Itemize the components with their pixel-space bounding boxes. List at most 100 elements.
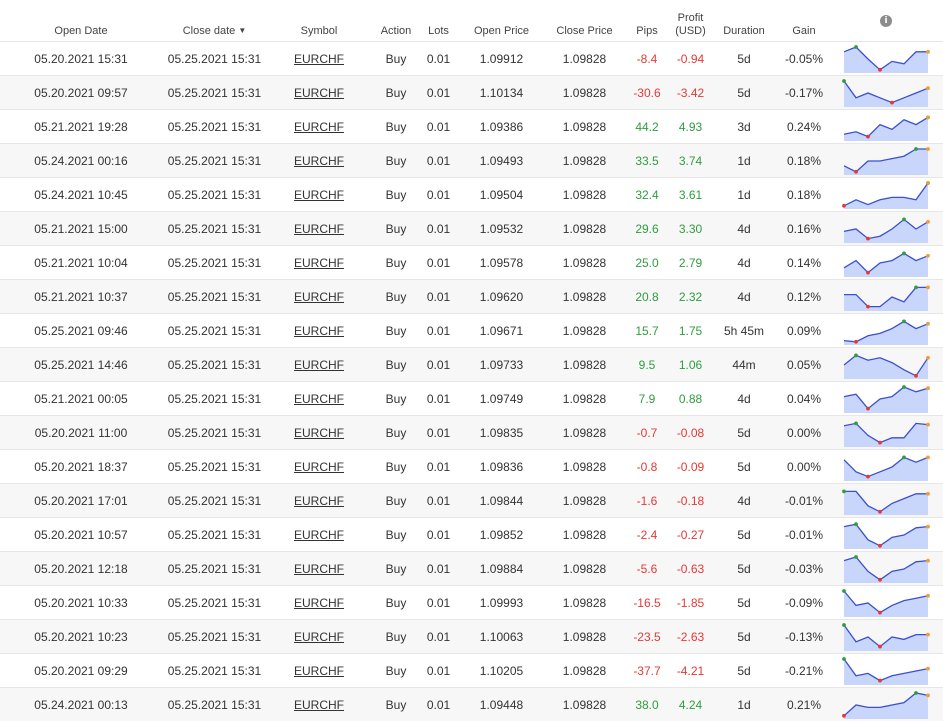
gain-cell: -0.03% xyxy=(779,551,829,586)
sparkline-last-dot xyxy=(926,355,930,360)
profit-sparkline[interactable] xyxy=(842,283,930,311)
profit-sparkline[interactable] xyxy=(842,351,930,379)
profit-sparkline[interactable] xyxy=(842,44,930,73)
gain-cell: 0.05% xyxy=(779,347,829,382)
table-row[interactable]: 05.20.2021 09:57 05.25.2021 15:31 EURCHF Bu… xyxy=(0,75,943,110)
pips-cell: 29.6 xyxy=(622,211,672,246)
col-action[interactable]: Action xyxy=(371,0,421,42)
sparkline-max-dot xyxy=(902,217,906,221)
symbol-link[interactable]: EURCHF xyxy=(294,358,344,372)
table-row[interactable]: 05.20.2021 15:31 05.25.2021 15:31 EURCHF Bu… xyxy=(0,41,943,76)
col-open-date[interactable]: Open Date xyxy=(0,0,162,42)
profit-sparkline[interactable] xyxy=(842,146,930,175)
table-row[interactable]: 05.20.2021 11:00 05.25.2021 15:31 EURCHF Bu… xyxy=(0,415,943,450)
table-row[interactable]: 05.24.2021 00:13 05.25.2021 15:31 EURCHF Bu… xyxy=(0,687,943,721)
info-icon[interactable]: i xyxy=(880,15,892,27)
col-pips[interactable]: Pips xyxy=(622,0,672,42)
col-close-date[interactable]: Close date ▼ xyxy=(162,0,267,42)
col-duration[interactable]: Duration xyxy=(709,0,779,42)
col-profit[interactable]: Profit (USD) xyxy=(672,0,709,42)
sparkline-cell xyxy=(829,483,943,518)
sparkline-min-dot xyxy=(878,610,882,614)
table-row[interactable]: 05.20.2021 17:01 05.25.2021 15:31 EURCHF Bu… xyxy=(0,483,943,518)
close-date-cell: 05.25.2021 15:31 xyxy=(162,347,267,382)
profit-sparkline[interactable] xyxy=(842,317,930,345)
table-row[interactable]: 05.20.2021 10:23 05.25.2021 15:31 EURCHF Bu… xyxy=(0,619,943,654)
duration-cell: 3d xyxy=(709,109,779,144)
profit-sparkline[interactable] xyxy=(842,487,930,515)
sparkline-cell xyxy=(829,551,943,586)
col-open-price[interactable]: Open Price xyxy=(456,0,547,42)
profit-sparkline[interactable] xyxy=(842,113,930,141)
table-row[interactable]: 05.25.2021 09:46 05.25.2021 15:31 EURCHF Bu… xyxy=(0,313,943,348)
profit-sparkline[interactable] xyxy=(842,453,930,481)
open-price-cell: 1.09993 xyxy=(456,585,547,620)
symbol-link[interactable]: EURCHF xyxy=(294,222,344,236)
col-gain[interactable]: Gain xyxy=(779,0,829,42)
table-row[interactable]: 05.24.2021 00:16 05.25.2021 15:31 EURCHF Bu… xyxy=(0,143,943,178)
symbol-link[interactable]: EURCHF xyxy=(294,86,344,100)
profit-sparkline[interactable] xyxy=(842,588,930,617)
symbol-link[interactable]: EURCHF xyxy=(294,664,344,678)
table-row[interactable]: 05.24.2021 10:45 05.25.2021 15:31 EURCHF Bu… xyxy=(0,177,943,212)
profit-sparkline[interactable] xyxy=(842,622,930,651)
table-row[interactable]: 05.20.2021 10:57 05.25.2021 15:31 EURCHF Bu… xyxy=(0,517,943,552)
symbol-link[interactable]: EURCHF xyxy=(294,392,344,406)
symbol-cell: EURCHF xyxy=(267,279,371,314)
symbol-link[interactable]: EURCHF xyxy=(294,188,344,202)
symbol-link[interactable]: EURCHF xyxy=(294,120,344,134)
profit-sparkline[interactable] xyxy=(842,690,930,719)
open-price-cell: 1.09671 xyxy=(456,313,547,348)
symbol-link[interactable]: EURCHF xyxy=(294,630,344,644)
table-row[interactable]: 05.20.2021 12:18 05.25.2021 15:31 EURCHF Bu… xyxy=(0,551,943,586)
profit-sparkline[interactable] xyxy=(842,249,930,277)
pips-cell: -37.7 xyxy=(622,653,672,688)
pips-cell: -1.6 xyxy=(622,483,672,518)
sparkline-cell xyxy=(829,109,943,144)
profit-cell: 3.30 xyxy=(672,211,709,246)
action-cell: Buy xyxy=(371,381,421,416)
table-row[interactable]: 05.21.2021 15:00 05.25.2021 15:31 EURCHF Bu… xyxy=(0,211,943,246)
symbol-link[interactable]: EURCHF xyxy=(294,426,344,440)
profit-sparkline[interactable] xyxy=(842,656,930,685)
sparkline-last-dot xyxy=(926,693,930,697)
close-date-cell: 05.25.2021 15:31 xyxy=(162,75,267,110)
profit-sparkline[interactable] xyxy=(842,554,930,583)
table-row[interactable]: 05.25.2021 14:46 05.25.2021 15:31 EURCHF Bu… xyxy=(0,347,943,382)
symbol-link[interactable]: EURCHF xyxy=(294,494,344,508)
symbol-link[interactable]: EURCHF xyxy=(294,562,344,576)
profit-sparkline[interactable] xyxy=(842,419,930,447)
symbol-link[interactable]: EURCHF xyxy=(294,52,344,66)
profit-sparkline[interactable] xyxy=(842,384,930,413)
gain-cell: 0.24% xyxy=(779,109,829,144)
table-row[interactable]: 05.21.2021 00:05 05.25.2021 15:31 EURCHF Bu… xyxy=(0,381,943,416)
col-lots[interactable]: Lots xyxy=(421,0,456,42)
symbol-link[interactable]: EURCHF xyxy=(294,698,344,712)
col-lots-label: Lots xyxy=(428,25,449,37)
sparkline-last-dot xyxy=(926,253,930,258)
table-row[interactable]: 05.20.2021 10:33 05.25.2021 15:31 EURCHF Bu… xyxy=(0,585,943,620)
close-date-cell: 05.25.2021 15:31 xyxy=(162,279,267,314)
symbol-link[interactable]: EURCHF xyxy=(294,460,344,474)
sparkline-cell xyxy=(829,75,943,110)
symbol-link[interactable]: EURCHF xyxy=(294,528,344,542)
table-row[interactable]: 05.20.2021 18:37 05.25.2021 15:31 EURCHF Bu… xyxy=(0,449,943,484)
profit-sparkline[interactable] xyxy=(842,215,930,243)
sparkline-area xyxy=(844,624,928,651)
table-row[interactable]: 05.21.2021 10:37 05.25.2021 15:31 EURCHF Bu… xyxy=(0,279,943,314)
symbol-link[interactable]: EURCHF xyxy=(294,256,344,270)
table-row[interactable]: 05.21.2021 10:04 05.25.2021 15:31 EURCHF Bu… xyxy=(0,245,943,280)
pips-cell: -0.8 xyxy=(622,449,672,484)
symbol-link[interactable]: EURCHF xyxy=(294,324,344,338)
profit-sparkline[interactable] xyxy=(842,180,930,209)
symbol-link[interactable]: EURCHF xyxy=(294,596,344,610)
profit-sparkline[interactable] xyxy=(842,521,930,549)
profit-sparkline[interactable] xyxy=(842,78,930,107)
table-row[interactable]: 05.21.2021 19:28 05.25.2021 15:31 EURCHF Bu… xyxy=(0,109,943,144)
symbol-link[interactable]: EURCHF xyxy=(294,290,344,304)
col-close-price[interactable]: Close Price xyxy=(547,0,622,42)
col-symbol[interactable]: Symbol xyxy=(267,0,371,42)
symbol-link[interactable]: EURCHF xyxy=(294,154,344,168)
sparkline-area xyxy=(844,46,928,73)
table-row[interactable]: 05.20.2021 09:29 05.25.2021 15:31 EURCHF Bu… xyxy=(0,653,943,688)
